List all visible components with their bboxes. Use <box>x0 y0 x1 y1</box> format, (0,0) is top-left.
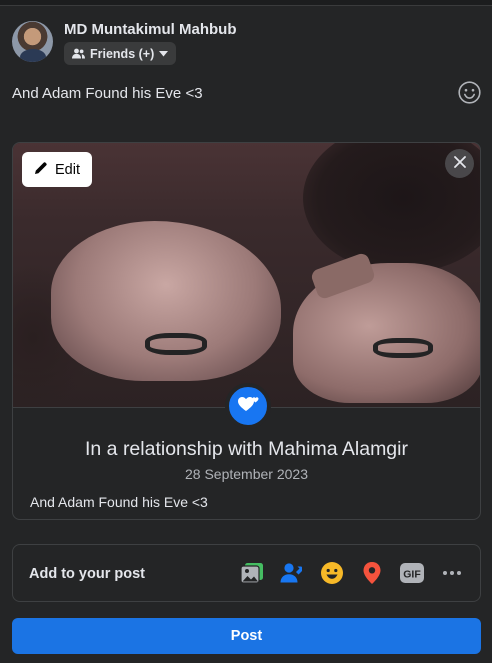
event-date: 28 September 2023 <box>185 466 308 482</box>
audience-selector[interactable]: Friends (+) <box>64 42 177 65</box>
edit-photo-button[interactable]: Edit <box>22 152 92 187</box>
audience-label: Friends (+) <box>90 46 155 61</box>
close-icon <box>453 155 466 173</box>
hearts-icon <box>237 395 259 418</box>
avatar[interactable] <box>12 21 53 62</box>
add-to-post-label: Add to your post <box>29 566 145 582</box>
hand-shape <box>51 221 281 381</box>
gif-icon[interactable]: GIF <box>399 560 425 586</box>
friends-icon <box>72 48 85 59</box>
post-button[interactable]: Post <box>12 618 481 654</box>
photo-video-icon[interactable] <box>239 560 265 586</box>
ring-shape <box>145 333 207 355</box>
check-in-icon[interactable] <box>359 560 385 586</box>
caret-down-icon <box>159 50 169 57</box>
edit-label: Edit <box>55 161 80 178</box>
relationship-badge <box>225 383 271 429</box>
life-event-photo: Edit <box>13 143 480 407</box>
remove-event-button[interactable] <box>445 149 474 178</box>
pencil-icon <box>34 161 48 179</box>
svg-text:GIF: GIF <box>403 569 421 581</box>
more-icon[interactable] <box>439 560 465 586</box>
user-name: MD Muntakimul Mahbub <box>64 21 237 38</box>
add-to-post-bar: Add to your post GIF <box>12 544 481 602</box>
emoji-picker-icon[interactable] <box>458 81 481 104</box>
life-event-card: Edit In a relationship with Mahima Alamg… <box>12 142 481 520</box>
event-title: In a relationship with Mahima Alamgir <box>85 438 408 460</box>
tag-people-icon[interactable] <box>279 560 305 586</box>
event-caption: And Adam Found his Eve <3 <box>30 494 208 510</box>
feeling-activity-icon[interactable] <box>319 560 345 586</box>
post-text[interactable]: And Adam Found his Eve <3 <box>12 85 203 102</box>
top-border <box>0 0 492 6</box>
ring-shape <box>373 338 433 358</box>
